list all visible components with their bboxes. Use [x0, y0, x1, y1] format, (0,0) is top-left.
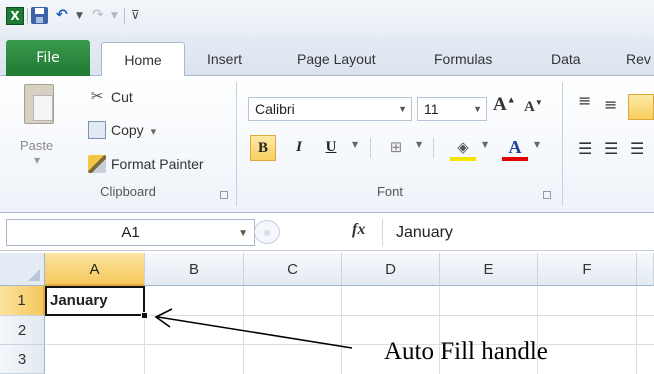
tab-insert[interactable]: Insert — [207, 42, 242, 76]
select-all-icon[interactable] — [0, 253, 45, 286]
formula-bar: A1 ▼ fx January — [0, 214, 654, 251]
underline-dropdown-icon[interactable]: ▼ — [352, 140, 358, 149]
font-size-value: 11 — [424, 101, 439, 117]
format-painter-label: Format Painter — [111, 156, 204, 172]
group-separator — [433, 138, 434, 158]
gridline — [341, 286, 342, 374]
font-group-label: Font — [376, 184, 403, 199]
formula-input[interactable]: January — [396, 219, 453, 246]
clipboard-group-label: Clipboard — [100, 184, 156, 199]
tab-home[interactable]: Home — [101, 42, 185, 77]
name-box[interactable]: A1 ▼ — [6, 219, 255, 246]
cut-label: Cut — [111, 89, 133, 105]
paste-button[interactable]: Paste — [20, 138, 53, 153]
name-box-value: A1 — [121, 224, 140, 241]
paste-dropdown-icon[interactable]: ▼ — [34, 156, 40, 165]
cell-a1[interactable]: January — [45, 286, 145, 316]
gridline — [243, 286, 244, 374]
tab-data[interactable]: Data — [551, 42, 581, 76]
align-right-icon[interactable]: ☰ — [630, 140, 644, 158]
font-color-dropdown-icon[interactable]: ▼ — [534, 140, 540, 149]
quick-access-toolbar: X ↶ ▼ ↷ ▼ ⊽ — [0, 0, 654, 38]
ribbon-tabs: Home Insert Page Layout Formulas Data Re… — [0, 38, 654, 77]
clipboard-dialog-launcher-icon[interactable] — [220, 191, 228, 199]
formula-bar-resize-icon[interactable] — [254, 220, 280, 244]
tab-file[interactable]: File — [6, 40, 90, 76]
group-separator — [236, 82, 237, 206]
column-header-a[interactable]: A — [45, 253, 145, 286]
worksheet-grid: A B C D E F 1 2 3 January — [0, 253, 654, 374]
row-header-1[interactable]: 1 — [0, 286, 45, 316]
copy-label: Copy — [111, 122, 144, 138]
column-header-e[interactable]: E — [440, 253, 538, 286]
copy-icon — [88, 121, 106, 140]
chevron-down-icon: ▼ — [398, 104, 407, 114]
copy-button[interactable]: Copy ▾ — [88, 119, 156, 141]
align-top-icon[interactable]: ≡ — [578, 92, 591, 110]
excel-icon: X — [6, 7, 24, 25]
row-header-3[interactable]: 3 — [0, 345, 45, 374]
align-middle-icon[interactable]: ≡ — [604, 96, 617, 114]
brush-icon — [88, 155, 106, 174]
column-header-f[interactable]: F — [538, 253, 637, 286]
font-size-select[interactable]: 11 ▼ — [417, 97, 487, 121]
toolbar-separator — [27, 8, 28, 24]
column-header-c[interactable]: C — [244, 253, 342, 286]
shrink-font-icon[interactable]: A▼ — [524, 98, 543, 116]
font-name-value: Calibri — [255, 101, 295, 117]
paste-icon[interactable] — [24, 84, 54, 124]
redo-icon[interactable]: ↷ — [92, 5, 104, 25]
gridline — [45, 344, 654, 345]
italic-button[interactable]: I — [288, 135, 310, 161]
tab-formulas[interactable]: Formulas — [434, 42, 492, 76]
column-header-b[interactable]: B — [145, 253, 244, 286]
toolbar-separator — [124, 8, 125, 24]
font-color-button[interactable]: A — [502, 135, 528, 161]
font-name-select[interactable]: Calibri ▼ — [248, 97, 412, 121]
formula-separator — [382, 219, 383, 246]
chevron-down-icon: ▼ — [473, 104, 482, 114]
copy-dropdown-icon[interactable]: ▾ — [151, 126, 157, 138]
tab-review[interactable]: Rev — [626, 42, 651, 76]
row-header-2[interactable]: 2 — [0, 316, 45, 345]
gridline — [636, 286, 637, 374]
group-separator — [562, 82, 563, 206]
annotation-label: Auto Fill handle — [384, 338, 548, 365]
redo-dropdown-icon[interactable]: ▼ — [111, 6, 118, 26]
undo-icon[interactable]: ↶ — [56, 5, 68, 25]
align-center-icon[interactable]: ☰ — [604, 140, 618, 158]
auto-fill-handle[interactable] — [141, 312, 148, 319]
borders-icon[interactable]: ⊞ — [384, 135, 408, 161]
grow-font-icon[interactable]: A▲ — [493, 94, 516, 116]
fill-color-icon[interactable]: ◈ — [450, 135, 476, 161]
group-separator — [370, 138, 371, 158]
column-header-g[interactable] — [637, 253, 654, 286]
scissors-icon: ✂ — [90, 88, 104, 106]
tab-page-layout[interactable]: Page Layout — [297, 42, 376, 76]
insert-function-icon[interactable]: fx — [352, 221, 365, 239]
undo-dropdown-icon[interactable]: ▼ — [76, 6, 83, 26]
bold-button[interactable]: B — [250, 135, 276, 161]
underline-button[interactable]: U — [320, 135, 342, 161]
format-painter-button[interactable]: Format Painter — [88, 153, 204, 175]
borders-dropdown-icon[interactable]: ▼ — [416, 140, 422, 149]
customize-toolbar-icon[interactable]: ⊽ — [131, 5, 140, 25]
cut-button[interactable]: ✂ Cut — [88, 86, 133, 108]
fill-color-dropdown-icon[interactable]: ▼ — [482, 140, 488, 149]
chevron-down-icon[interactable]: ▼ — [238, 221, 248, 246]
column-header-d[interactable]: D — [342, 253, 440, 286]
font-dialog-launcher-icon[interactable] — [543, 191, 551, 199]
align-bottom-button[interactable] — [628, 94, 654, 120]
ribbon: Paste ▼ ✂ Cut Copy ▾ Format Painter Clipb… — [0, 76, 654, 213]
save-icon[interactable] — [31, 7, 48, 24]
align-left-icon[interactable]: ☰ — [578, 140, 592, 158]
